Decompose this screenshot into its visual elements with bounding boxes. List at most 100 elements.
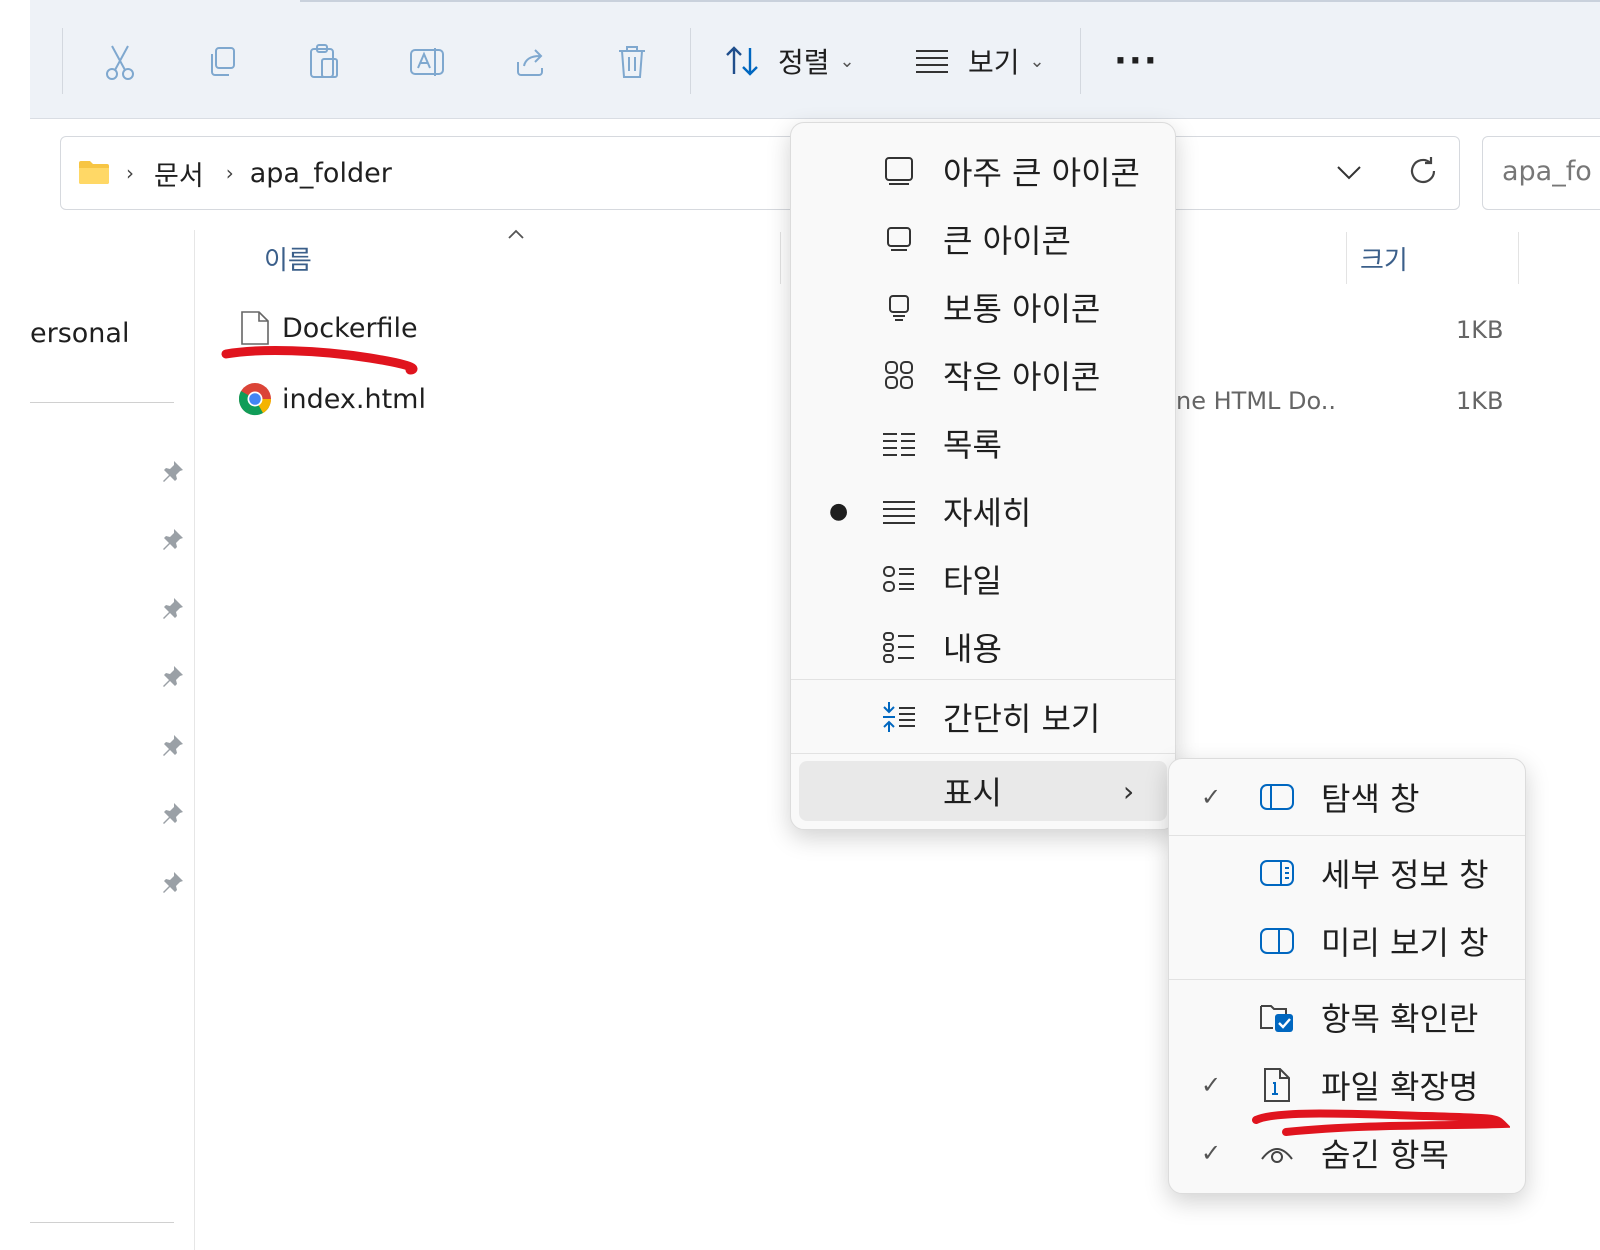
toolbar-separator <box>1080 28 1081 94</box>
details-view-icon <box>916 50 948 73</box>
menu-item-label: 작은 아이콘 <box>943 358 1101 396</box>
column-separator[interactable] <box>1518 232 1519 284</box>
file-type: ne HTML Do... <box>1176 387 1336 415</box>
chevron-right-icon: › <box>225 161 234 185</box>
menu-item-large-icons[interactable]: 큰 아이콘 <box>791 205 1175 273</box>
preview-pane-icon <box>1259 923 1295 959</box>
tiles-icon <box>881 561 917 597</box>
menu-item-label: 세부 정보 창 <box>1321 856 1489 894</box>
menu-item-small-icons[interactable]: 작은 아이콘 <box>791 341 1175 409</box>
menu-item-label: 간단히 보기 <box>943 700 1101 738</box>
nav-separator <box>30 1222 174 1223</box>
show-submenu: ✓ 탐색 창 세부 정보 창 미리 보기 창 항목 확인란 ✓ 파일 확장명 ✓… <box>1168 758 1526 1194</box>
share-button[interactable] <box>502 34 558 90</box>
checkmark-icon: ✓ <box>1201 1139 1222 1167</box>
rename-icon <box>410 48 444 76</box>
file-name[interactable]: index.html <box>282 384 426 415</box>
share-icon <box>517 49 543 76</box>
nav-item-personal[interactable]: ersonal <box>30 318 129 349</box>
menu-item-label: 표시 <box>943 774 1002 812</box>
pin-icon[interactable] <box>160 458 186 484</box>
file-name[interactable]: Dockerfile <box>282 313 418 344</box>
breadcrumb: › 문서 › apa_folder <box>126 152 392 194</box>
submenu-item-navigation-pane[interactable]: ✓ 탐색 창 <box>1169 763 1525 831</box>
toolbar-separator <box>62 28 63 94</box>
navigation-pane-icon <box>1259 779 1295 815</box>
menu-item-label: 보통 아이콘 <box>943 290 1101 328</box>
breadcrumb-item[interactable]: 문서 <box>154 154 204 193</box>
paste-icon <box>310 44 338 78</box>
breadcrumb-item[interactable]: apa_folder <box>250 158 392 189</box>
list-icon <box>881 425 917 461</box>
menu-item-label: 파일 확장명 <box>1321 1068 1479 1106</box>
pin-icon[interactable] <box>160 732 186 758</box>
folder-icon <box>78 158 110 190</box>
menu-item-show[interactable]: 표시 › <box>791 761 1175 821</box>
chevron-right-icon: › <box>126 161 134 185</box>
copy-icon <box>211 47 235 76</box>
menu-item-details[interactable]: ● 자세히 <box>791 477 1175 545</box>
refresh-button[interactable] <box>1406 154 1440 192</box>
menu-separator <box>791 753 1175 754</box>
sort-button[interactable]: 정렬 ⌄ <box>724 40 855 82</box>
copy-button[interactable] <box>194 34 250 90</box>
details-pane-icon <box>1259 855 1295 891</box>
menu-item-list[interactable]: 목록 <box>791 409 1175 477</box>
medium-icons-icon <box>881 289 917 325</box>
view-menu: 아주 큰 아이콘 큰 아이콘 보통 아이콘 작은 아이콘 목록 ● 자세히 타일… <box>790 122 1176 830</box>
content-icon <box>881 629 917 665</box>
checkmark-icon: ✓ <box>1201 1071 1222 1099</box>
sort-label: 정렬 <box>778 46 830 79</box>
submenu-item-item-checkboxes[interactable]: 항목 확인란 <box>1169 983 1525 1051</box>
column-separator[interactable] <box>780 232 781 284</box>
menu-item-content[interactable]: 내용 <box>791 613 1175 681</box>
column-header-name[interactable]: 이름 <box>264 240 312 277</box>
eye-icon <box>1259 1135 1295 1171</box>
chevron-right-icon: › <box>1123 774 1135 808</box>
menu-item-label: 숨긴 항목 <box>1321 1136 1449 1174</box>
file-size: 1KB <box>1456 387 1504 415</box>
menu-item-tiles[interactable]: 타일 <box>791 545 1175 613</box>
nav-separator <box>30 402 174 403</box>
column-separator[interactable] <box>1346 232 1347 284</box>
submenu-item-file-extensions[interactable]: ✓ 파일 확장명 <box>1169 1051 1525 1119</box>
menu-item-label: 자세히 <box>943 494 1032 532</box>
sort-arrows-icon <box>726 46 758 76</box>
delete-button[interactable] <box>604 34 660 90</box>
chrome-icon <box>238 382 272 420</box>
pin-icon[interactable] <box>160 663 186 689</box>
chevron-down-icon <box>1337 166 1361 180</box>
submenu-item-details-pane[interactable]: 세부 정보 창 <box>1169 839 1525 907</box>
submenu-item-hidden-items[interactable]: ✓ 숨긴 항목 <box>1169 1119 1525 1187</box>
pin-icon[interactable] <box>160 869 186 895</box>
toolbar-top-border <box>300 0 1600 2</box>
more-options-button[interactable]: ··· <box>1114 40 1159 82</box>
small-icons-icon <box>881 357 917 393</box>
nav-pane-divider[interactable] <box>194 230 195 1250</box>
view-label: 보기 <box>968 46 1020 79</box>
sort-ascending-icon <box>506 226 526 245</box>
menu-item-label: 아주 큰 아이콘 <box>943 154 1140 192</box>
scissors-icon <box>106 45 134 80</box>
menu-item-extra-large-icons[interactable]: 아주 큰 아이콘 <box>791 137 1175 205</box>
menu-separator <box>791 679 1175 680</box>
view-button[interactable]: 보기 ⌄ <box>914 40 1045 82</box>
submenu-item-preview-pane[interactable]: 미리 보기 창 <box>1169 907 1525 975</box>
search-input[interactable]: apa_fo <box>1502 156 1592 187</box>
rename-button[interactable] <box>399 34 455 90</box>
item-checkboxes-icon <box>1259 999 1295 1035</box>
pin-icon[interactable] <box>160 800 186 826</box>
paste-button[interactable] <box>296 34 352 90</box>
pin-icon[interactable] <box>160 595 186 621</box>
address-history-dropdown[interactable] <box>1334 158 1364 190</box>
menu-item-label: 내용 <box>943 630 1002 668</box>
checkmark-icon: ✓ <box>1201 783 1222 811</box>
cut-button[interactable] <box>92 34 148 90</box>
pin-icon[interactable] <box>160 526 186 552</box>
menu-item-compact-view[interactable]: 간단히 보기 <box>791 683 1175 751</box>
toolbar-separator <box>690 28 691 94</box>
compact-view-icon <box>881 699 917 735</box>
column-header-size[interactable]: 크기 <box>1360 240 1408 277</box>
menu-item-label: 미리 보기 창 <box>1321 924 1489 962</box>
menu-item-medium-icons[interactable]: 보통 아이콘 <box>791 273 1175 341</box>
